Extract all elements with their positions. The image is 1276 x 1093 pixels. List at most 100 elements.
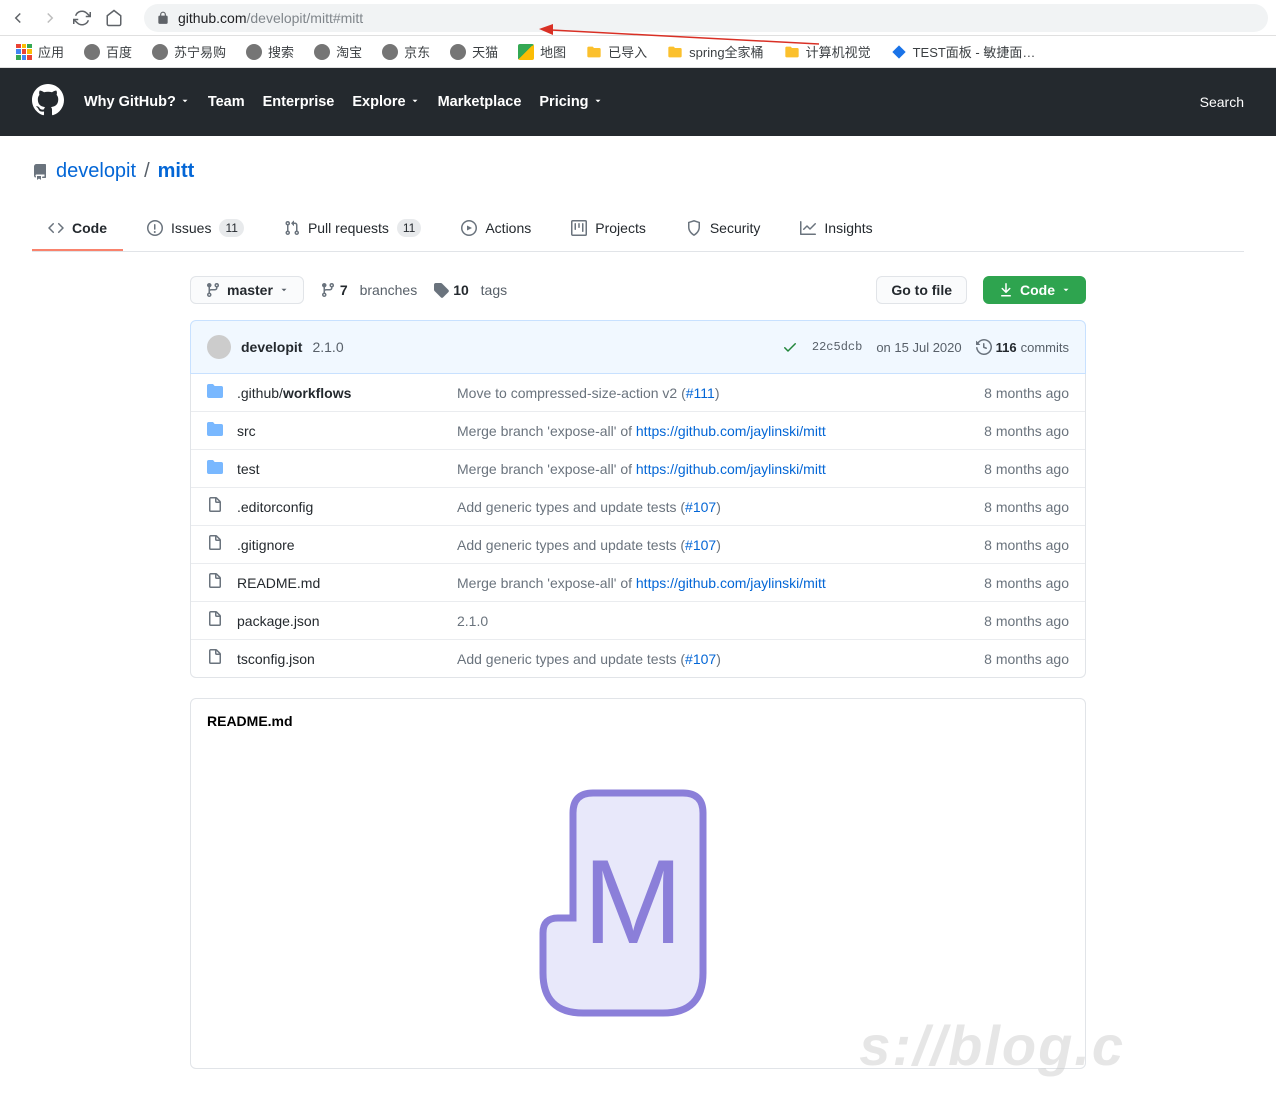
branch-button[interactable]: master xyxy=(190,276,304,304)
bookmark-item[interactable]: TEST面板 - 敏捷面… xyxy=(883,38,1044,65)
home-button[interactable] xyxy=(104,8,124,28)
folder-icon xyxy=(207,383,223,402)
tab-code[interactable]: Code xyxy=(32,207,123,251)
bookmark-item[interactable]: 地图 xyxy=(510,38,574,65)
file-time: 8 months ago xyxy=(984,575,1069,591)
repo-tabs: CodeIssues11Pull requests11ActionsProjec… xyxy=(32,207,1244,252)
tab-actions[interactable]: Actions xyxy=(445,207,547,251)
bookmark-item[interactable]: 已导入 xyxy=(578,38,655,65)
code-download-button[interactable]: Code xyxy=(983,276,1086,304)
file-icon xyxy=(207,573,223,592)
github-nav: Why GitHub? Team Enterprise Explore Marketpl… xyxy=(84,94,1200,110)
commit-msg-link[interactable]: Move to compressed-size-action v2 (#111) xyxy=(457,385,984,401)
owner-link[interactable]: developit xyxy=(56,160,136,183)
file-row: .github/workflowsMove to compressed-size… xyxy=(191,374,1085,411)
address-bar[interactable]: github.com/developit/mitt#mitt xyxy=(144,4,1268,32)
bookmark-item[interactable]: 搜索 xyxy=(238,38,302,65)
file-time: 8 months ago xyxy=(984,499,1069,515)
commit-author[interactable]: developit xyxy=(241,339,302,355)
latest-commit: developit 2.1.0 22c5dcb on 15 Jul 2020 1… xyxy=(190,320,1086,374)
readme-box: README.md M s://blog.c xyxy=(190,698,1086,1069)
back-button[interactable] xyxy=(8,8,28,28)
tag-icon xyxy=(433,282,449,298)
bookmark-item[interactable]: 京东 xyxy=(374,38,438,65)
bookmark-item[interactable]: spring全家桶 xyxy=(659,38,771,65)
commit-msg-link[interactable]: Merge branch 'expose-all' of https://git… xyxy=(457,461,984,477)
commits-link[interactable]: 116 commits xyxy=(976,339,1069,355)
github-logo[interactable] xyxy=(32,84,64,121)
nav-item[interactable]: Why GitHub? xyxy=(84,94,190,110)
reload-button[interactable] xyxy=(72,8,92,28)
readme-body: M s://blog.c xyxy=(191,743,1085,1068)
commit-msg-link[interactable]: Add generic types and update tests (#107… xyxy=(457,499,984,515)
file-row: README.mdMerge branch 'expose-all' of ht… xyxy=(191,563,1085,601)
tab-projects[interactable]: Projects xyxy=(555,207,662,251)
branch-icon xyxy=(205,282,221,298)
tab-security[interactable]: Security xyxy=(670,207,777,251)
repo-link[interactable]: mitt xyxy=(158,160,195,183)
bookmark-item[interactable]: 天猫 xyxy=(442,38,506,65)
file-link[interactable]: .gitignore xyxy=(237,537,457,553)
file-link[interactable]: README.md xyxy=(237,575,457,591)
file-row: .editorconfigAdd generic types and updat… xyxy=(191,487,1085,525)
check-icon xyxy=(782,339,798,355)
nav-item[interactable]: Explore xyxy=(352,94,419,110)
bookmark-item[interactable]: 苏宁易购 xyxy=(144,38,234,65)
repo-icon xyxy=(32,164,48,180)
download-icon xyxy=(998,282,1014,298)
file-link[interactable]: tsconfig.json xyxy=(237,651,457,667)
folder-icon xyxy=(207,421,223,440)
commit-msg-link[interactable]: 2.1.0 xyxy=(457,613,984,629)
file-link[interactable]: package.json xyxy=(237,613,457,629)
commit-msg-link[interactable]: Add generic types and update tests (#107… xyxy=(457,537,984,553)
chevron-down-icon xyxy=(1061,285,1071,295)
folder-icon xyxy=(207,459,223,478)
commit-msg-link[interactable]: Merge branch 'expose-all' of https://git… xyxy=(457,575,984,591)
file-icon xyxy=(207,497,223,516)
file-time: 8 months ago xyxy=(984,461,1069,477)
bookmark-item[interactable]: 计算机视觉 xyxy=(776,38,879,65)
goto-file-button[interactable]: Go to file xyxy=(876,276,967,304)
file-time: 8 months ago xyxy=(984,385,1069,401)
readme-title: README.md xyxy=(191,699,1085,743)
history-icon xyxy=(976,339,992,355)
file-row: package.json2.1.08 months ago xyxy=(191,601,1085,639)
avatar[interactable] xyxy=(207,335,231,359)
file-time: 8 months ago xyxy=(984,613,1069,629)
file-link[interactable]: test xyxy=(237,461,457,477)
nav-item[interactable]: Enterprise xyxy=(263,94,335,110)
file-time: 8 months ago xyxy=(984,537,1069,553)
file-row: tsconfig.jsonAdd generic types and updat… xyxy=(191,639,1085,677)
watermark: s://blog.c xyxy=(859,1013,1125,1078)
bookmark-item[interactable]: 应用 xyxy=(8,38,72,65)
file-row: srcMerge branch 'expose-all' of https://… xyxy=(191,411,1085,449)
commit-hash[interactable]: 22c5dcb xyxy=(812,340,862,354)
file-time: 8 months ago xyxy=(984,651,1069,667)
tab-insights[interactable]: Insights xyxy=(784,207,888,251)
tags-link[interactable]: 10 tags xyxy=(433,282,507,298)
commit-message[interactable]: 2.1.0 xyxy=(312,339,343,355)
forward-button[interactable] xyxy=(40,8,60,28)
commit-date: on 15 Jul 2020 xyxy=(876,340,961,355)
tab-pull-requests[interactable]: Pull requests11 xyxy=(268,207,437,251)
file-link[interactable]: .github/workflows xyxy=(237,385,457,401)
nav-item[interactable]: Team xyxy=(208,94,245,110)
browser-toolbar: github.com/developit/mitt#mitt xyxy=(0,0,1276,36)
file-tree: .github/workflowsMove to compressed-size… xyxy=(190,374,1086,678)
nav-item[interactable]: Marketplace xyxy=(438,94,522,110)
bookmark-item[interactable]: 百度 xyxy=(76,38,140,65)
lock-icon xyxy=(156,11,170,25)
bookmark-item[interactable]: 淘宝 xyxy=(306,38,370,65)
nav-item[interactable]: Pricing xyxy=(539,94,602,110)
file-link[interactable]: src xyxy=(237,423,457,439)
svg-text:M: M xyxy=(583,835,683,969)
file-row: .gitignoreAdd generic types and update t… xyxy=(191,525,1085,563)
tab-issues[interactable]: Issues11 xyxy=(131,207,260,251)
commit-msg-link[interactable]: Merge branch 'expose-all' of https://git… xyxy=(457,423,984,439)
url-host: github.com/developit/mitt#mitt xyxy=(178,10,363,26)
commit-msg-link[interactable]: Add generic types and update tests (#107… xyxy=(457,651,984,667)
branches-link[interactable]: 7 branches xyxy=(320,282,417,298)
file-link[interactable]: .editorconfig xyxy=(237,499,457,515)
search-link[interactable]: Search xyxy=(1200,94,1244,110)
repo-content: master 7 branches 10 tags Go to file Cod… xyxy=(190,252,1086,1093)
